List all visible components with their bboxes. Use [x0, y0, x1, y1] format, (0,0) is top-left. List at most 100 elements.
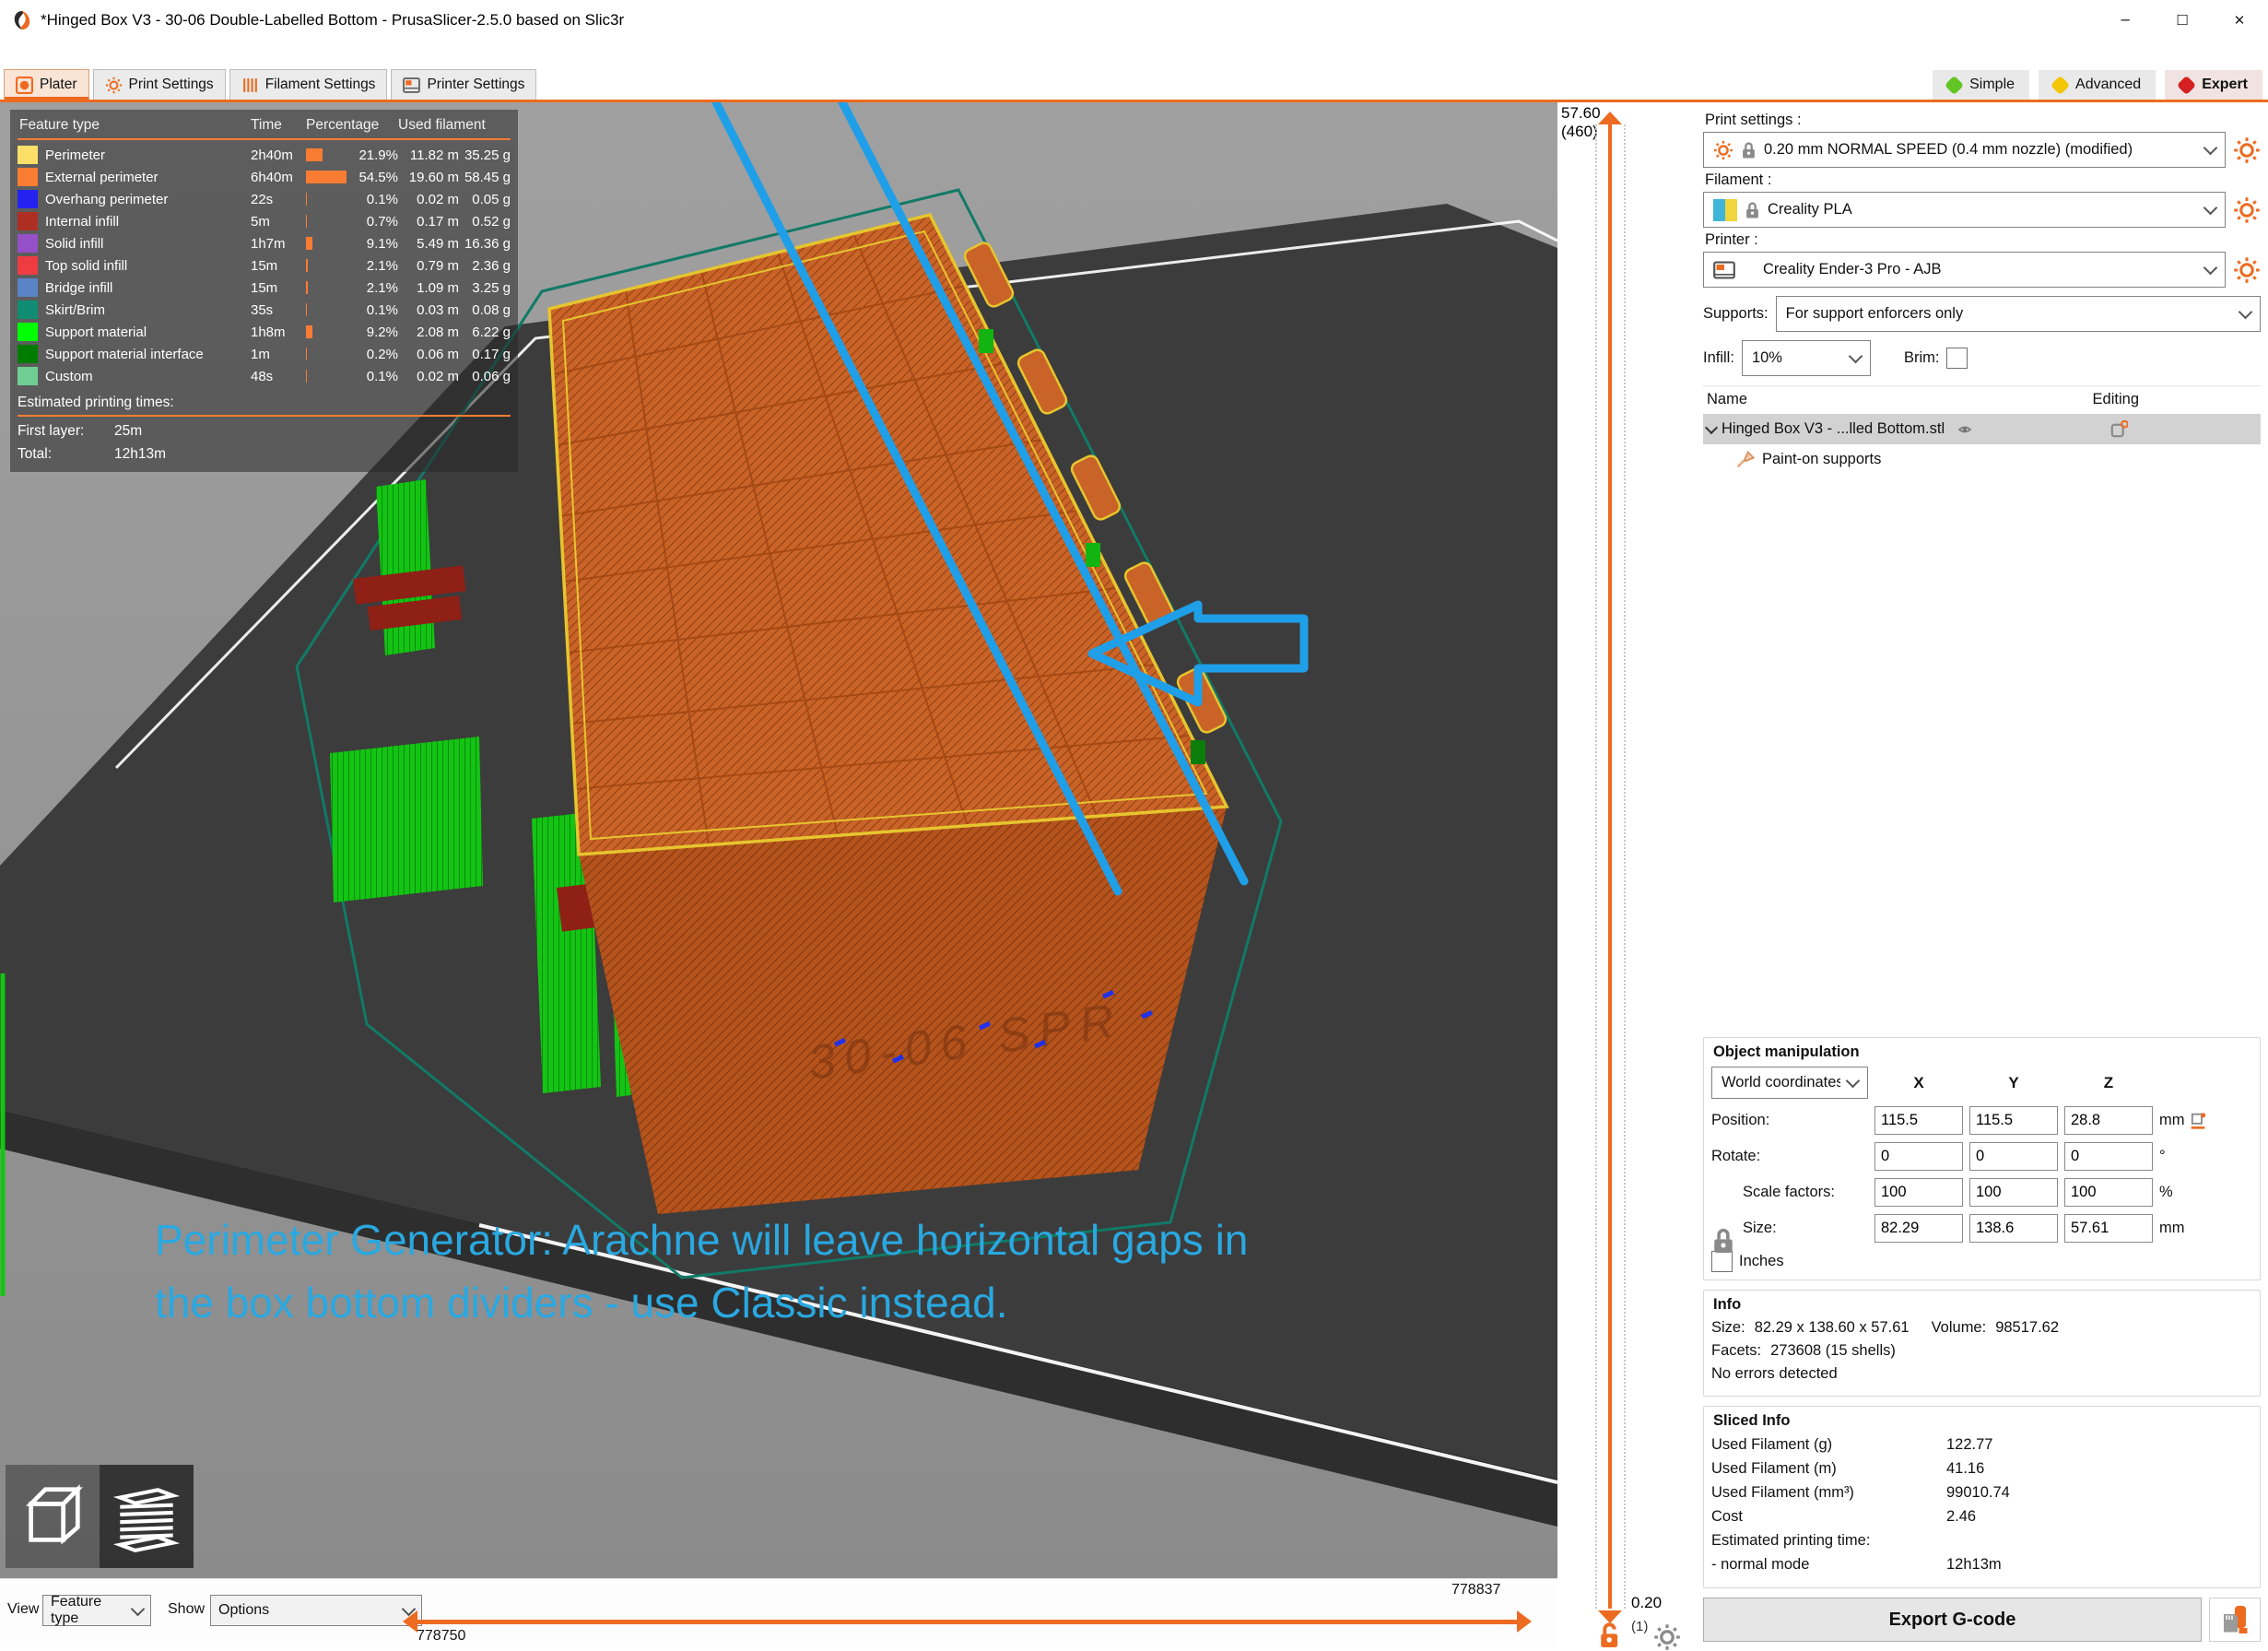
- chevron-down-icon: [131, 1601, 146, 1616]
- simple-mode-icon: [1945, 75, 1964, 94]
- print-settings-combo[interactable]: 0.20 mm NORMAL SPEED (0.4 mm nozzle) (mo…: [1703, 132, 2226, 168]
- infill-combo[interactable]: 10%: [1742, 340, 1871, 376]
- size-y-field[interactable]: [1969, 1214, 2058, 1243]
- filament-label: Filament :: [1705, 171, 2261, 189]
- coordinates-combo[interactable]: World coordinates: [1711, 1067, 1868, 1099]
- slider-settings-gear-icon[interactable]: [1653, 1623, 1681, 1651]
- mode-simple[interactable]: Simple: [1933, 70, 2029, 100]
- inches-label: Inches: [1739, 1253, 1784, 1270]
- mode-expert[interactable]: Expert: [2165, 70, 2262, 100]
- gcode-slider-left-handle[interactable]: [403, 1610, 417, 1633]
- annotation-text-line1: Perimeter Generator: Arachne will leave …: [155, 1216, 1248, 1264]
- axis-y-header: Y: [1969, 1074, 2058, 1092]
- feature-color-swatch: [18, 367, 38, 385]
- tab-plater[interactable]: Plater: [4, 69, 89, 100]
- scale-y-field[interactable]: [1969, 1178, 2058, 1207]
- rotate-z-field[interactable]: [2064, 1142, 2153, 1171]
- object-list-header: Name Editing: [1703, 386, 2261, 414]
- estimated-times-rows: First layer: 25m Total: 12h13m: [18, 423, 511, 463]
- position-x-field[interactable]: [1874, 1106, 1963, 1135]
- menu-bar: [0, 41, 2268, 69]
- feature-color-swatch: [18, 301, 38, 319]
- scale-z-field[interactable]: [2064, 1178, 2153, 1207]
- size-z-field[interactable]: [2064, 1214, 2153, 1243]
- estimated-times-title: Estimated printing times:: [18, 395, 511, 417]
- feature-color-swatch: [18, 256, 38, 275]
- info-facets-value: 273608 (15 shells): [1770, 1342, 1896, 1360]
- position-z-field[interactable]: [2064, 1106, 2153, 1135]
- edit-print-settings-gear-icon[interactable]: [2233, 136, 2261, 164]
- sliced-info-row: Cost 2.46: [1711, 1508, 2252, 1526]
- size-x-field[interactable]: [1874, 1214, 1963, 1243]
- percentage-bar: [306, 237, 312, 250]
- model-front-face: [579, 807, 1227, 1214]
- object-list: Name Editing Hinged Box V3 - ...lled Bot…: [1703, 385, 2261, 1028]
- brim-checkbox[interactable]: [1946, 348, 1968, 369]
- supports-label: Supports:: [1703, 305, 1769, 323]
- scale-x-field[interactable]: [1874, 1178, 1963, 1207]
- expert-mode-icon: [2177, 75, 2196, 94]
- gear-icon: [105, 77, 123, 94]
- supports-combo[interactable]: For support enforcers only: [1776, 296, 2261, 332]
- layers-icon: [109, 1479, 184, 1554]
- info-volume-value: 98517.62: [1995, 1319, 2059, 1337]
- tab-filament-settings[interactable]: Filament Settings: [229, 69, 388, 100]
- collapse-chevron-icon[interactable]: [1705, 421, 1718, 434]
- mode-advanced[interactable]: Advanced: [2039, 70, 2156, 100]
- chevron-down-icon: [2203, 141, 2218, 156]
- sliced-info-row: Used Filament (g) 122.77: [1711, 1436, 2252, 1454]
- bottom-bar: View Feature type Show Options 778750 77…: [0, 1578, 1557, 1646]
- edit-filament-gear-icon[interactable]: [2233, 196, 2261, 224]
- tab-print-settings[interactable]: Print Settings: [93, 69, 226, 100]
- info-facets-label: Facets:: [1711, 1342, 1761, 1360]
- printer-combo[interactable]: Creality Ender-3 Pro - AJB: [1703, 252, 2226, 288]
- editor-view-button[interactable]: [6, 1465, 100, 1568]
- feature-color-swatch: [18, 323, 38, 341]
- feature-color-swatch: [18, 146, 38, 164]
- view-combo[interactable]: Feature type: [42, 1595, 151, 1626]
- feature-color-swatch: [18, 345, 38, 363]
- chevron-down-icon: [1846, 1074, 1861, 1089]
- sd-card-icon: [2218, 1603, 2251, 1636]
- printer-icon: [403, 77, 420, 94]
- export-to-sd-button[interactable]: [2209, 1598, 2261, 1642]
- chevron-down-icon: [2203, 201, 2218, 216]
- brim-label: Brim:: [1904, 349, 1940, 367]
- close-button[interactable]: ✕: [2211, 0, 2268, 41]
- edit-printer-gear-icon[interactable]: [2233, 256, 2261, 284]
- viewport-3d[interactable]: 30-06 SPR Perimeter Generator: Arachne w…: [0, 102, 1557, 1578]
- export-gcode-button[interactable]: Export G-code: [1703, 1598, 2202, 1642]
- layer-slider[interactable]: 57.60 (460) 0.20 (1): [1557, 102, 1694, 1645]
- rotate-y-field[interactable]: [1969, 1142, 2058, 1171]
- percentage-bar: [306, 370, 307, 383]
- editing-icon[interactable]: [2110, 420, 2128, 438]
- slider-handle-top[interactable]: [1598, 112, 1622, 124]
- layer-slider-bottom-value: 0.20: [1631, 1594, 1662, 1612]
- lock-icon: [1745, 201, 1760, 219]
- slider-track[interactable]: [1608, 124, 1612, 1609]
- legend-rows: Perimeter 2h40m 21.9% 11.82 m 35.25 g Ex…: [18, 146, 511, 385]
- percentage-bar: [306, 193, 307, 206]
- maximize-button[interactable]: ☐: [2154, 0, 2211, 41]
- object-row[interactable]: Hinged Box V3 - ...lled Bottom.stl: [1703, 414, 2261, 444]
- gcode-slider-min-value: 778750: [417, 1628, 465, 1645]
- scale-lock-icon[interactable]: [1711, 1227, 1735, 1255]
- percentage-bar: [306, 281, 308, 294]
- gcode-slider-right-handle[interactable]: [1517, 1610, 1532, 1633]
- rotate-x-field[interactable]: [1874, 1142, 1963, 1171]
- filament-combo[interactable]: Creality PLA: [1703, 192, 2226, 228]
- sliced-info-row: - normal mode 12h13m: [1711, 1556, 2252, 1574]
- paint-on-supports-row[interactable]: Paint-on supports: [1703, 444, 2261, 475]
- drop-to-bed-icon[interactable]: [2190, 1113, 2206, 1129]
- info-panel: Info Size: 82.29 x 138.60 x 57.61 Volume…: [1703, 1290, 2261, 1397]
- show-label: Show: [168, 1601, 205, 1618]
- gcode-range-slider[interactable]: [417, 1620, 1519, 1624]
- minimize-button[interactable]: ─: [2097, 0, 2154, 41]
- position-y-field[interactable]: [1969, 1106, 2058, 1135]
- preview-view-button[interactable]: [100, 1465, 194, 1568]
- feature-color-swatch: [18, 212, 38, 230]
- feature-color-swatch: [18, 190, 38, 208]
- show-combo[interactable]: Options: [210, 1595, 422, 1626]
- eye-icon[interactable]: [1956, 422, 1974, 437]
- tab-printer-settings[interactable]: Printer Settings: [391, 69, 536, 100]
